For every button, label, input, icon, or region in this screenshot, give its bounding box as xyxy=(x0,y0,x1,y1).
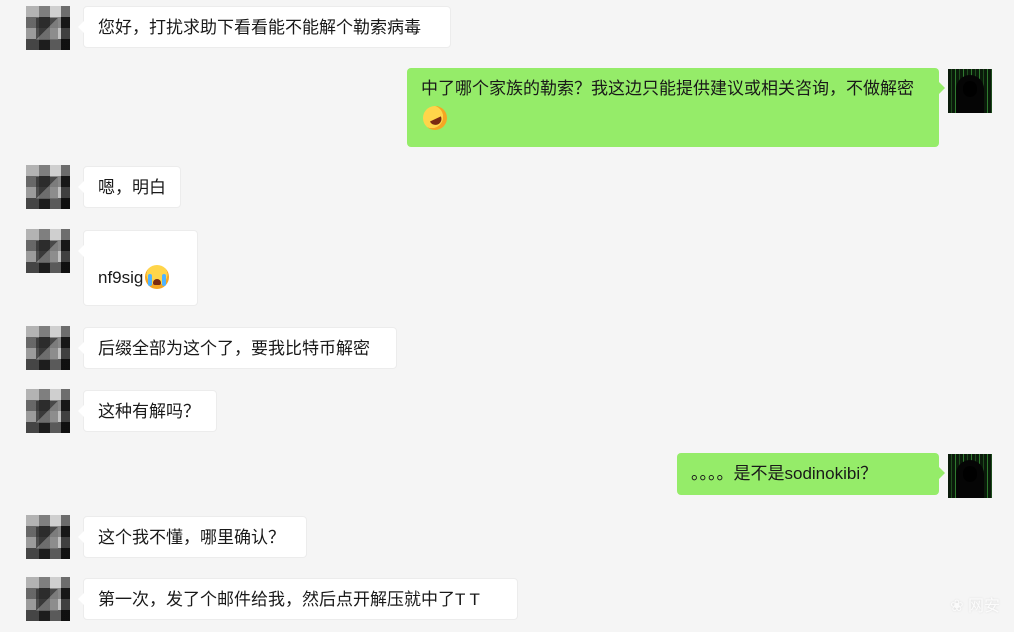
message-bubble-incoming[interactable]: 这个我不懂，哪里确认？ xyxy=(78,516,307,558)
watermark: ❀ 网安 xyxy=(950,598,1000,615)
contact-avatar[interactable] xyxy=(26,165,70,209)
message-bubble-incoming[interactable]: 第一次，发了个邮件给我，然后点开解压就中了T T xyxy=(78,578,518,620)
message-bubble-incoming[interactable]: 后缀全部为这个了，要我比特币解密 xyxy=(78,327,397,369)
contact-avatar[interactable] xyxy=(26,389,70,433)
message-bubble-outgoing[interactable]: 中了哪个家族的勒索？我这边只能提供建议或相关咨询，不做解密 xyxy=(407,68,945,147)
message-text: nf9sig xyxy=(98,268,144,287)
message-text: 这个我不懂，哪里确认？ xyxy=(98,528,285,547)
contact-avatar[interactable] xyxy=(26,515,70,559)
contact-avatar[interactable] xyxy=(26,577,70,621)
message-text: 。。。。是不是sodinokibi？ xyxy=(691,464,878,483)
message-text: 您好，打扰求助下看看能不能解个勒索病毒 xyxy=(98,18,421,37)
message-text: 这种有解吗？ xyxy=(98,402,200,421)
message-bubble-incoming[interactable]: 这种有解吗？ xyxy=(78,390,217,432)
my-avatar[interactable] xyxy=(948,69,992,113)
crying-face-emoji xyxy=(145,264,170,289)
my-avatar[interactable] xyxy=(948,454,992,498)
message-text: 后缀全部为这个了，要我比特币解密 xyxy=(98,339,370,358)
message-text: 嗯，明白 xyxy=(98,178,166,197)
rolling-on-floor-laughing-emoji xyxy=(419,101,451,134)
message-bubble-incoming[interactable]: 您好，打扰求助下看看能不能解个勒索病毒 xyxy=(78,6,451,48)
message-text: 第一次，发了个邮件给我，然后点开解压就中了T T xyxy=(98,590,480,609)
message-text: 中了哪个家族的勒索？我这边只能提供建议或相关咨询，不做解密 xyxy=(421,79,914,98)
contact-avatar[interactable] xyxy=(26,326,70,370)
contact-avatar[interactable] xyxy=(26,229,70,273)
contact-avatar[interactable] xyxy=(26,6,70,50)
message-bubble-outgoing[interactable]: 。。。。是不是sodinokibi？ xyxy=(677,453,945,495)
message-bubble-incoming[interactable]: nf9sig xyxy=(78,230,198,306)
message-bubble-incoming[interactable]: 嗯，明白 xyxy=(78,166,181,208)
